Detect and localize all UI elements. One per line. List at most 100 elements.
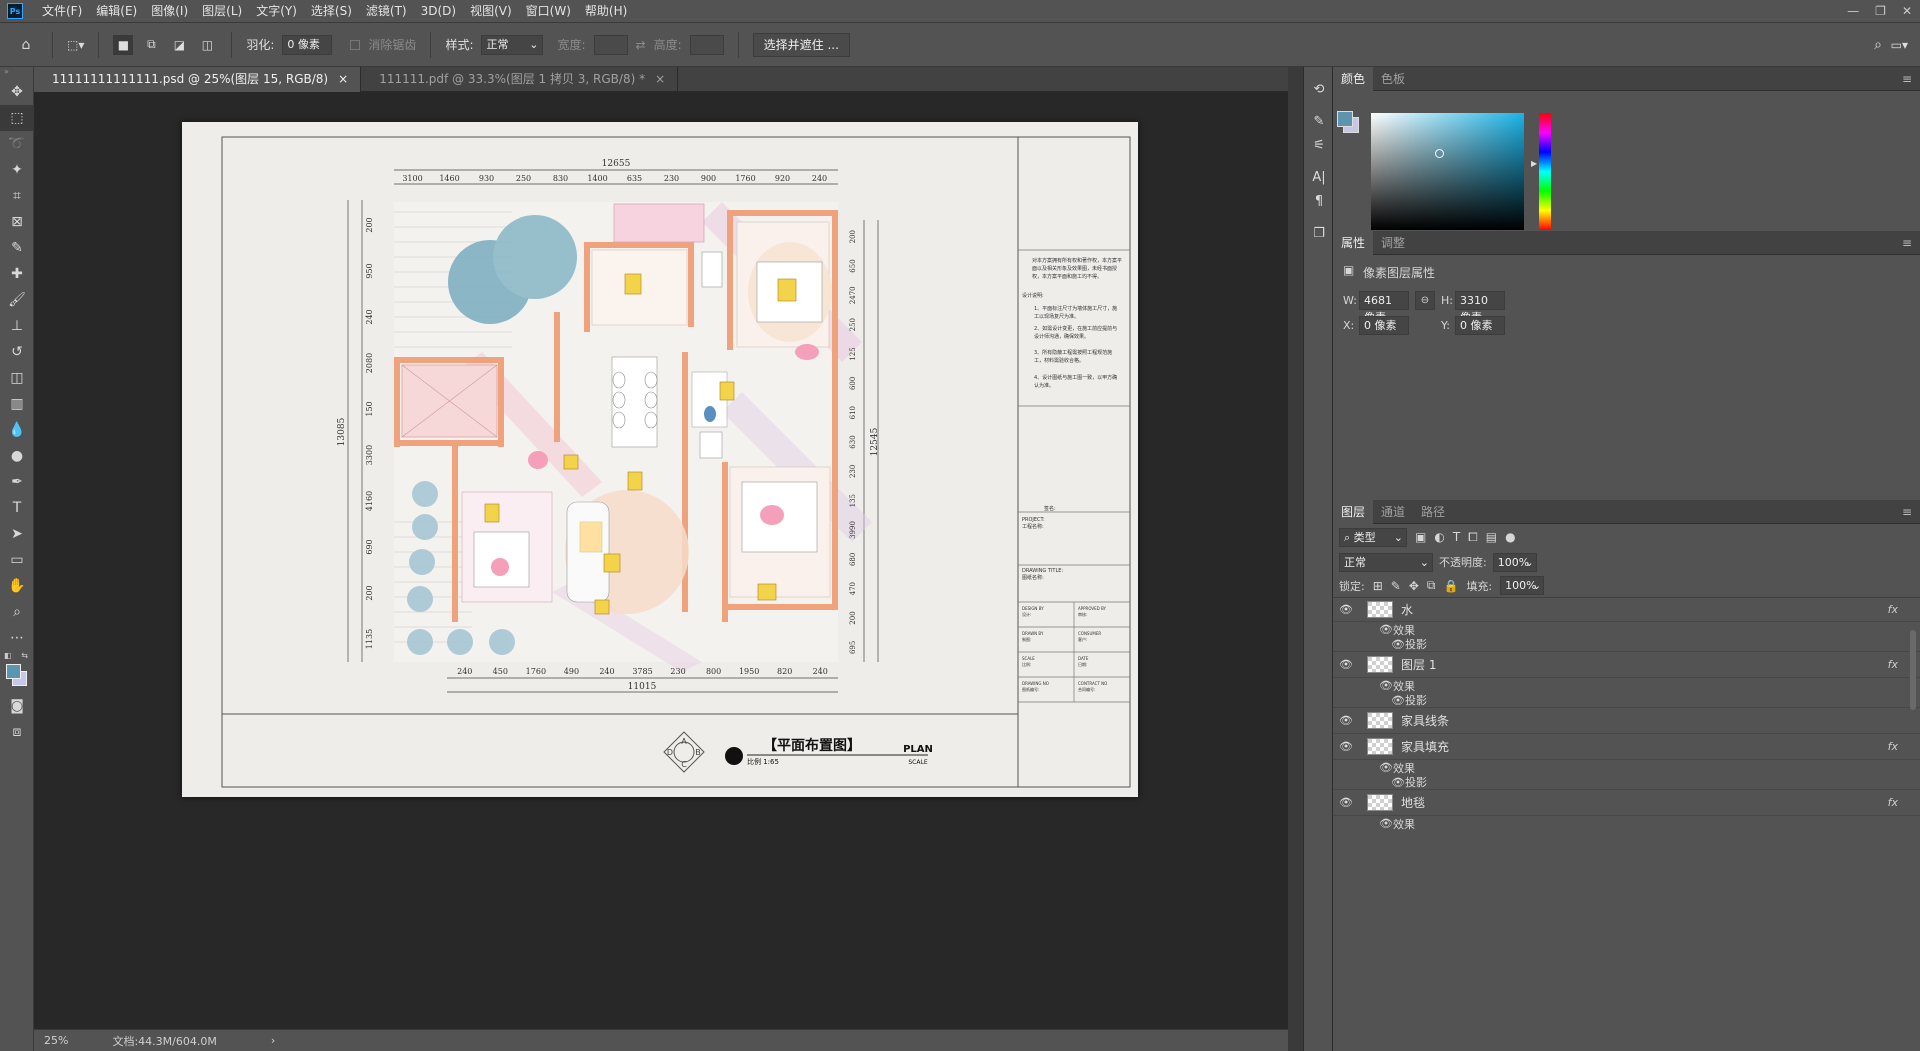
- fg-color-chip[interactable]: [1337, 111, 1353, 127]
- antialias-checkbox[interactable]: [350, 39, 361, 50]
- tab-paths[interactable]: 路径: [1413, 500, 1453, 524]
- quick-mask-icon[interactable]: ◙: [0, 693, 34, 719]
- effects-row[interactable]: 👁 效果: [1333, 816, 1920, 831]
- fill-input[interactable]: 100% ⌄: [1500, 576, 1545, 595]
- add-selection-icon[interactable]: ⧉: [141, 35, 161, 55]
- lock-paint-icon[interactable]: ✎: [1391, 579, 1401, 593]
- paragraph-panel-icon[interactable]: ¶: [1304, 189, 1334, 213]
- hue-slider[interactable]: [1539, 113, 1551, 230]
- opacity-input[interactable]: 100% ⌄: [1492, 552, 1537, 572]
- rectangle-tool-icon[interactable]: ▭: [0, 547, 34, 573]
- marquee-tool-icon[interactable]: ⬚: [0, 105, 34, 131]
- character-panel-icon[interactable]: A|: [1304, 165, 1334, 189]
- menu-layer[interactable]: 图层(L): [195, 0, 249, 22]
- healing-brush-icon[interactable]: ✚: [0, 261, 34, 287]
- filter-shape-icon[interactable]: ⧠: [1468, 530, 1478, 545]
- lock-all-icon[interactable]: 🔒: [1443, 579, 1458, 593]
- tab-color[interactable]: 颜色: [1333, 66, 1374, 91]
- hand-tool-icon[interactable]: ✋: [0, 573, 34, 599]
- eyedropper-icon[interactable]: ✎: [0, 235, 34, 261]
- swap-icon[interactable]: ⇄: [636, 38, 646, 52]
- effects-row[interactable]: 👁 效果: [1333, 678, 1920, 693]
- menu-window[interactable]: 窗口(W): [519, 0, 578, 22]
- layer-filter-select[interactable]: ⌕ 类型 ⌄: [1339, 527, 1407, 547]
- filter-pixel-icon[interactable]: ▣: [1415, 530, 1426, 544]
- effects-row[interactable]: 👁 效果: [1333, 622, 1920, 637]
- gradient-tool-icon[interactable]: ▥: [0, 391, 34, 417]
- pen-tool-icon[interactable]: ✒: [0, 469, 34, 495]
- drop-shadow-row[interactable]: 👁 投影: [1333, 637, 1920, 652]
- lock-transparency-icon[interactable]: ⊞: [1373, 579, 1383, 593]
- menu-image[interactable]: 图像(I): [144, 0, 195, 22]
- libraries-icon[interactable]: ❐: [1304, 221, 1334, 245]
- brush-settings-icon[interactable]: ✎: [1304, 109, 1334, 133]
- search-icon[interactable]: ⌕: [1874, 37, 1882, 53]
- restore-icon[interactable]: ❐: [1875, 4, 1886, 18]
- fx-icon[interactable]: fx: [1888, 603, 1898, 616]
- swap-colors-icon[interactable]: ⇆: [21, 651, 28, 660]
- filter-toggle-icon[interactable]: ●: [1505, 530, 1515, 544]
- tab-channels[interactable]: 通道: [1373, 500, 1413, 524]
- blend-mode-select[interactable]: 正常 ⌄: [1339, 552, 1433, 572]
- width-input[interactable]: [593, 34, 628, 55]
- status-menu-icon[interactable]: ›: [271, 1034, 275, 1047]
- eye-icon[interactable]: 👁: [1333, 603, 1359, 616]
- menu-view[interactable]: 视图(V): [463, 0, 519, 22]
- menu-select[interactable]: 选择(S): [304, 0, 359, 22]
- frame-tool-icon[interactable]: ⊠: [0, 209, 34, 235]
- home-icon[interactable]: ⌂: [14, 32, 38, 58]
- menu-help[interactable]: 帮助(H): [578, 0, 634, 22]
- lasso-tool-icon[interactable]: ➰: [0, 131, 34, 157]
- zoom-level[interactable]: 25%: [44, 1034, 68, 1047]
- height-input[interactable]: [689, 34, 724, 55]
- layer-row-furniture-lines[interactable]: 👁 家具线条: [1333, 708, 1920, 734]
- blur-tool-icon[interactable]: 💧: [0, 417, 34, 443]
- color-field[interactable]: [1371, 113, 1524, 230]
- menu-type[interactable]: 文字(Y): [249, 0, 304, 22]
- eye-icon[interactable]: 👁: [1333, 740, 1359, 753]
- minimize-icon[interactable]: —: [1847, 4, 1859, 18]
- new-selection-icon[interactable]: ■: [113, 34, 134, 55]
- type-tool-icon[interactable]: T: [0, 495, 34, 521]
- panel-menu-icon[interactable]: ≡: [1902, 72, 1912, 86]
- layer-row-furniture-fill[interactable]: 👁 家具填充 fx: [1333, 734, 1920, 760]
- move-tool-icon[interactable]: ✥: [0, 79, 34, 105]
- eye-icon[interactable]: 👁: [1333, 714, 1359, 727]
- subtract-selection-icon[interactable]: ◪: [169, 35, 189, 55]
- tab-properties[interactable]: 属性: [1333, 230, 1374, 255]
- close-window-icon[interactable]: ✕: [1902, 4, 1912, 18]
- history-brush-icon[interactable]: ↺: [0, 339, 34, 365]
- fx-icon[interactable]: fx: [1888, 796, 1898, 809]
- width-field[interactable]: 4681 像素: [1359, 291, 1409, 324]
- default-colors-icon[interactable]: ◧: [4, 651, 12, 660]
- path-select-icon[interactable]: ➤: [0, 521, 34, 547]
- tab-pdf-document[interactable]: 111111.pdf @ 33.3%(图层 1 拷贝 3, RGB/8) * ×: [361, 67, 679, 92]
- tab-layers[interactable]: 图层: [1333, 499, 1374, 524]
- adjustments-icon[interactable]: ⚟: [1304, 133, 1334, 157]
- close-icon[interactable]: ×: [338, 67, 348, 92]
- select-and-mask-button[interactable]: 选择并遮住 ...: [752, 32, 850, 57]
- fx-icon[interactable]: fx: [1888, 658, 1898, 671]
- brush-tool-icon[interactable]: 🖌: [0, 287, 34, 313]
- document-canvas[interactable]: 12655 11015 13085 12545 3100 1460 930 250 83…: [182, 122, 1138, 797]
- filter-type-icon[interactable]: T: [1453, 530, 1460, 544]
- more-tools-icon[interactable]: ⋯: [0, 625, 34, 651]
- style-select[interactable]: 正常 ⌄: [481, 34, 544, 55]
- drop-shadow-row[interactable]: 👁 投影: [1333, 693, 1920, 708]
- effects-row[interactable]: 👁 效果: [1333, 760, 1920, 775]
- zoom-tool-icon[interactable]: ⌕: [0, 599, 34, 625]
- magic-wand-icon[interactable]: ✦: [0, 157, 34, 183]
- layer-row-water[interactable]: 👁 水 fx: [1333, 598, 1920, 622]
- dodge-tool-icon[interactable]: ●: [0, 443, 34, 469]
- intersect-selection-icon[interactable]: ◫: [197, 35, 217, 55]
- menu-file[interactable]: 文件(F): [35, 0, 89, 22]
- screen-mode-icon[interactable]: ⧈: [0, 719, 34, 745]
- menu-edit[interactable]: 编辑(E): [89, 0, 144, 22]
- drop-shadow-row[interactable]: 👁 投影: [1333, 775, 1920, 790]
- eye-icon[interactable]: 👁: [1333, 658, 1359, 671]
- menu-filter[interactable]: 滤镜(T): [359, 0, 414, 22]
- x-field[interactable]: 0 像素: [1359, 316, 1409, 335]
- filter-smart-icon[interactable]: ▤: [1486, 530, 1497, 544]
- stamp-tool-icon[interactable]: ⊥: [0, 313, 34, 339]
- crop-tool-icon[interactable]: ⌗: [0, 183, 34, 209]
